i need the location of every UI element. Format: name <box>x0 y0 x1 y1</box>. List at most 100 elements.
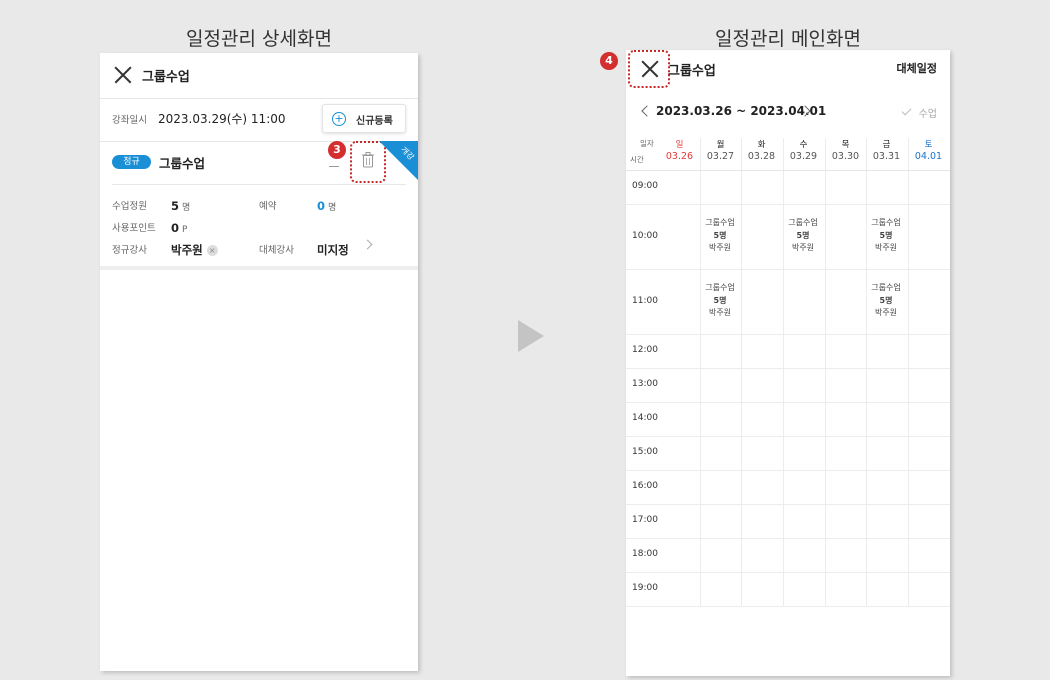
event-teacher: 박주원 <box>791 243 815 252</box>
event-name: 그룹수업 <box>871 218 901 227</box>
remove-instructor-icon[interactable]: × <box>206 245 218 256</box>
main-screen: 그룹수업 대체일정 2023.03.26 ~ 2023.04.01 수업 일자 … <box>626 50 950 676</box>
plus-circle-icon: + <box>332 112 346 126</box>
day-header: 화 <box>757 140 766 150</box>
day-date: 03.31 <box>872 151 901 162</box>
time-label: 18:00 <box>632 549 658 559</box>
time-label: 17:00 <box>632 515 658 525</box>
class-name: 그룹수업 <box>159 156 206 171</box>
event-count: 5명 <box>713 230 727 240</box>
event-name: 그룹수업 <box>705 283 735 292</box>
step-badge-4: 4 <box>600 52 618 70</box>
main-title: 그룹수업 <box>668 64 716 79</box>
divider <box>100 98 418 99</box>
section-divider <box>100 266 418 270</box>
row-divider <box>626 504 950 505</box>
datetime-value: 2023.03.29(수) 11:00 <box>158 112 286 126</box>
points-value: 0P <box>171 221 188 235</box>
row-divider <box>626 269 950 270</box>
capacity-label: 수업정원 <box>112 201 147 212</box>
event-count: 5명 <box>879 230 893 240</box>
substitute-value[interactable]: 미지정 <box>317 239 349 258</box>
event-teacher: 박주원 <box>874 308 898 317</box>
column-divider <box>825 138 826 606</box>
instructor-label: 정규강사 <box>112 245 147 256</box>
substitute-schedule-button[interactable]: 대체일정 <box>897 60 937 76</box>
event-count: 5명 <box>879 295 893 305</box>
event-name: 그룹수업 <box>788 218 818 227</box>
calendar-event[interactable]: 그룹수업 5명 박주원 <box>699 217 741 255</box>
step-badge-3: 3 <box>328 141 346 159</box>
day-date: 03.30 <box>831 151 860 162</box>
time-label: 15:00 <box>632 447 658 457</box>
detail-title: 그룹수업 <box>142 70 190 85</box>
capacity-value: 5명 <box>171 199 191 213</box>
column-divider <box>908 138 909 606</box>
event-count: 5명 <box>713 295 727 305</box>
arrow-right-icon <box>518 320 544 352</box>
close-icon[interactable] <box>114 66 132 84</box>
row-divider <box>626 402 950 403</box>
detail-screen: 그룹수업 강좌일시 2023.03.29(수) 11:00 + 신규등록 정규 … <box>100 53 418 671</box>
row-divider <box>626 368 950 369</box>
time-label: 09:00 <box>632 181 658 191</box>
detail-screen-caption: 일정관리 상세화면 <box>186 28 332 50</box>
time-label: 16:00 <box>632 481 658 491</box>
day-header: 금 <box>882 140 891 150</box>
event-teacher: 박주원 <box>874 243 898 252</box>
regular-badge: 정규 <box>112 155 151 169</box>
class-filter-toggle[interactable]: 수업 <box>919 105 937 120</box>
main-screen-caption: 일정관리 메인화면 <box>715 28 861 50</box>
row-divider <box>626 572 950 573</box>
reservation-value: 0명 <box>317 199 337 213</box>
day-date: 03.27 <box>706 151 735 162</box>
column-divider <box>783 138 784 606</box>
substitute-label: 대체강사 <box>259 245 294 256</box>
date-corner-label: 일자 <box>640 139 654 148</box>
divider <box>112 184 406 185</box>
header-divider <box>626 170 950 171</box>
open-ribbon <box>379 141 418 181</box>
reservation-label: 예약 <box>259 201 277 212</box>
time-label: 13:00 <box>632 379 658 389</box>
day-date: 03.26 <box>665 151 694 162</box>
row-divider <box>626 606 950 607</box>
time-label: 12:00 <box>632 345 658 355</box>
row-divider <box>626 470 950 471</box>
column-divider <box>866 138 867 606</box>
day-header: 월 <box>716 140 725 150</box>
detail-header: 그룹수업 <box>100 53 418 98</box>
calendar-event[interactable]: 그룹수업 5명박주원 <box>865 217 907 255</box>
new-register-button[interactable]: + 신규등록 <box>322 104 406 133</box>
time-label: 19:00 <box>632 583 658 593</box>
chevron-right-icon[interactable] <box>362 239 373 250</box>
points-label: 사용포인트 <box>112 223 156 234</box>
time-label: 14:00 <box>632 413 658 423</box>
row-divider <box>626 334 950 335</box>
row-divider <box>626 436 950 437</box>
close-highlight <box>628 50 670 88</box>
day-date: 03.29 <box>789 151 818 162</box>
check-icon[interactable] <box>901 105 912 116</box>
time-corner-label: 시간 <box>630 155 644 164</box>
row-divider <box>626 538 950 539</box>
calendar-event[interactable]: 그룹수업 5명박주원 <box>782 217 824 255</box>
day-header: 목 <box>841 140 850 150</box>
column-divider <box>741 138 742 606</box>
calendar-event[interactable]: 그룹수업 5명박주원 <box>865 282 907 320</box>
calendar-event[interactable]: 그룹수업 5명박주원 <box>699 282 741 320</box>
time-label: 10:00 <box>632 230 658 241</box>
event-teacher: 박주원 <box>708 308 732 317</box>
column-divider <box>700 138 701 606</box>
event-name: 그룹수업 <box>871 283 901 292</box>
event-name: 그룹수업 <box>705 218 735 227</box>
day-header: 토 <box>924 140 933 150</box>
day-header: 일 <box>675 140 684 150</box>
day-date: 04.01 <box>914 151 943 162</box>
day-date: 03.28 <box>747 151 776 162</box>
new-register-label: 신규등록 <box>356 116 393 127</box>
event-count: 5명 <box>796 230 810 240</box>
day-header: 수 <box>799 140 808 150</box>
prev-week-icon[interactable] <box>641 105 653 117</box>
row-divider <box>626 204 950 205</box>
